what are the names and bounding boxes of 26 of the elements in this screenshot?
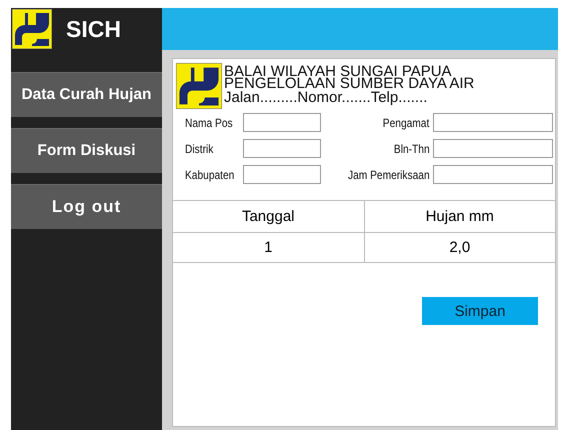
sidebar-button[interactable]: Data Curah Hujan [11,72,162,117]
input-field[interactable] [243,139,322,158]
field-label: Kabupaten [185,168,234,182]
table-cell: 2,0 [364,232,555,262]
table-cell: 1 [173,232,364,262]
field-label: Nama Pos [185,116,234,130]
input-field[interactable] [243,165,322,184]
field-label: Pengamat [383,116,431,130]
input-field[interactable] [433,139,553,158]
column-header: Tanggal [173,200,364,232]
field-label: Distrik [185,142,214,156]
logo-icon [12,9,52,49]
app-title: SICH [66,16,121,42]
address-text: Jalan.........Nomor.......Telp....... [224,90,428,105]
field-label: Jam Pemeriksaan [348,168,431,182]
column-header: Hujan mm [364,200,555,232]
input-field[interactable] [433,113,553,132]
logo-icon [176,63,222,109]
org-title: BALAI WILAYAH SUNGAI PAPUA [224,66,452,78]
input-field[interactable] [243,113,322,132]
field-label: Bln-Thn [394,142,431,156]
sidebar-button[interactable]: Log out [11,184,162,229]
input-field[interactable] [433,165,553,184]
save-button[interactable]: Simpan [422,297,538,325]
sidebar-button[interactable]: Form Diskusi [11,128,162,173]
org-title: PENGELOLAAN SUMBER DAYA AIR [224,78,474,90]
